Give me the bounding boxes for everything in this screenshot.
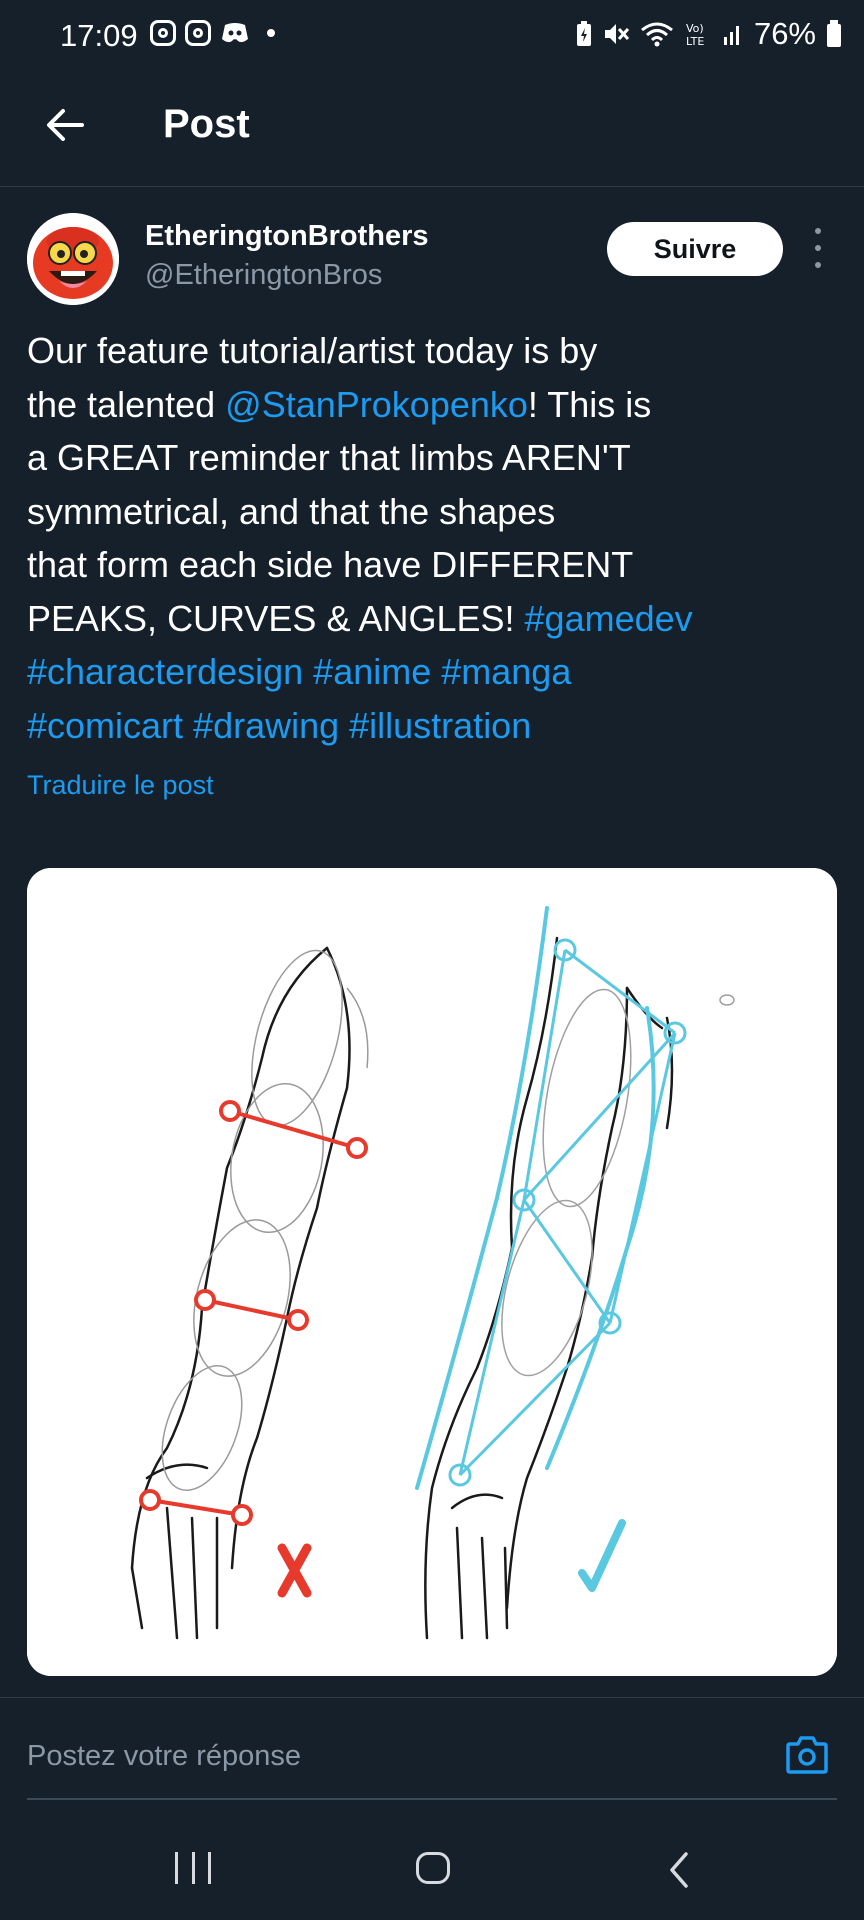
post-text-segment: that form each side have DIFFERENT: [27, 544, 634, 585]
camera-icon: [786, 1736, 828, 1774]
post-text-line: PEAKS, CURVES & ANGLES! #gamedev: [27, 592, 827, 646]
avatar[interactable]: [27, 213, 119, 305]
hashtag-link[interactable]: #gamedev: [525, 598, 693, 639]
post-text-line: #comicart #drawing #illustration: [27, 699, 827, 753]
hashtag-link[interactable]: #comicart #drawing #illustration: [27, 705, 531, 746]
instagram-icon: [150, 20, 176, 46]
status-left-icons: [150, 20, 275, 46]
translate-post-link[interactable]: Traduire le post: [27, 770, 214, 801]
system-nav-bar: [0, 1810, 864, 1920]
mute-icon: [604, 24, 630, 44]
instagram-icon: [185, 20, 211, 46]
author-name[interactable]: EtheringtonBrothers: [145, 220, 429, 253]
battery-percentage: 76%: [753, 16, 816, 51]
svg-text:LTE: LTE: [686, 35, 704, 48]
post-text-segment: symmetrical, and that the shapes: [27, 490, 556, 532]
more-options-icon[interactable]: [808, 228, 828, 268]
author-handle[interactable]: @EtheringtonBros: [145, 259, 382, 292]
battery-icon: [827, 20, 841, 47]
mention-link[interactable]: @StanProkopenko: [225, 384, 528, 425]
post-text-segment: the talented: [27, 383, 226, 425]
top-bar: Post: [0, 78, 864, 187]
post-image[interactable]: [27, 868, 837, 1676]
post-text-segment: Our feature tutorial/artist today is by: [27, 330, 598, 371]
camera-button[interactable]: [784, 1732, 830, 1778]
home-icon[interactable]: [416, 1852, 450, 1884]
post-text-line: symmetrical, and that the shapes: [27, 485, 827, 539]
avatar-mascot-image: [27, 213, 119, 305]
post-text-segment: ! This is: [527, 383, 652, 425]
status-time: 17:09: [60, 18, 138, 53]
back-button[interactable]: [40, 100, 90, 150]
post-text: Our feature tutorial/artist today is by t…: [27, 324, 827, 752]
post-text-line: a GREAT reminder that limbs AREN'T: [27, 431, 827, 485]
post-text-segment: a GREAT reminder that limbs AREN'T: [27, 437, 631, 478]
svg-text:Vo): Vo): [686, 22, 704, 35]
arrow-left-icon: [47, 109, 84, 141]
signal-icon: [723, 26, 739, 45]
follow-button[interactable]: Suivre: [607, 222, 783, 276]
battery-saver-icon: [576, 21, 591, 46]
status-bar: 17:09 Vo) LTE 76%: [0, 0, 864, 78]
status-right-icons: Vo) LTE 76%: [576, 16, 842, 52]
post-text-line: Our feature tutorial/artist today is by: [27, 324, 827, 378]
post-text-line: that form each side have DIFFERENT: [27, 538, 827, 592]
discord-icon: [222, 23, 248, 43]
page-title: Post: [163, 102, 250, 146]
reply-divider: [0, 1697, 864, 1698]
post-text-line: #characterdesign #anime #manga: [27, 645, 827, 699]
recent-apps-icon[interactable]: [175, 1852, 211, 1888]
post-text-line: the talented @StanProkopenko! This is: [27, 378, 827, 432]
notification-dot: [267, 29, 275, 37]
hashtag-link[interactable]: #characterdesign #anime #manga: [27, 651, 571, 692]
arm-drawing-illustration: [27, 868, 837, 1676]
back-icon[interactable]: [664, 1850, 694, 1890]
reply-underline: [27, 1798, 837, 1800]
post-text-segment: PEAKS, CURVES & ANGLES!: [27, 597, 525, 639]
volte-icon: Vo) LTE: [686, 22, 704, 48]
wifi-6-icon: [641, 22, 673, 47]
reply-input[interactable]: [27, 1740, 747, 1773]
